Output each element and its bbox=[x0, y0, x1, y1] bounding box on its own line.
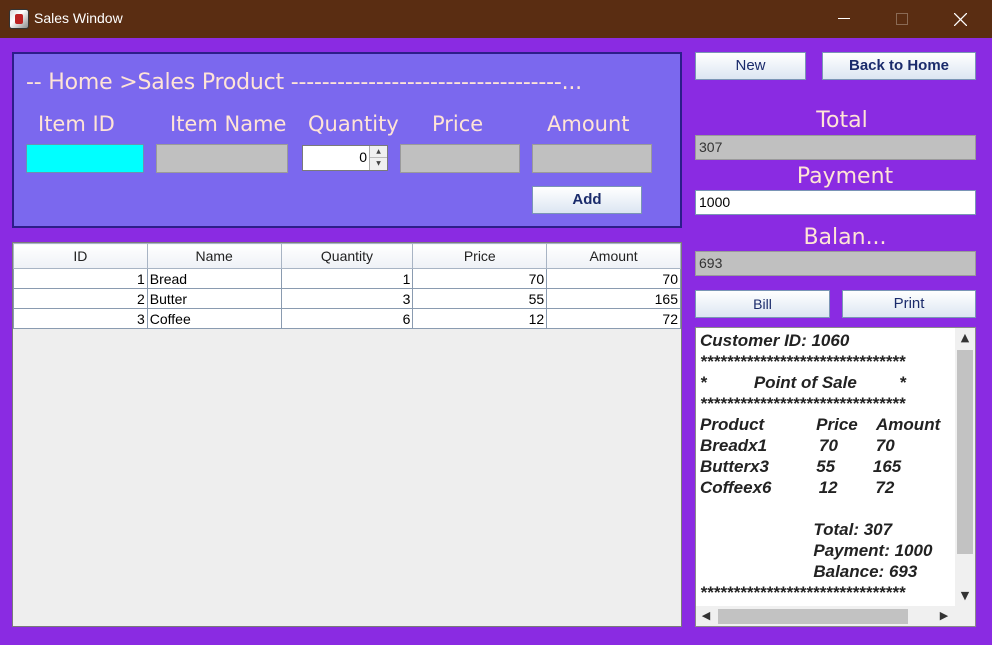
window-title: Sales Window bbox=[34, 10, 123, 26]
receipt-line: Total: 307 bbox=[700, 520, 893, 539]
quantity-label: Quantity bbox=[308, 112, 399, 136]
print-button[interactable]: Print bbox=[842, 290, 976, 318]
horizontal-scrollbar[interactable]: ◀ ▶ bbox=[696, 606, 975, 626]
horizontal-scroll-thumb[interactable] bbox=[718, 609, 908, 624]
vertical-scroll-thumb[interactable] bbox=[957, 350, 973, 554]
receipt-line: Butterx3 55 165 bbox=[700, 457, 902, 476]
add-button[interactable]: Add bbox=[532, 186, 642, 214]
close-button[interactable] bbox=[937, 0, 983, 38]
table-row[interactable]: 1 Bread 1 70 70 bbox=[13, 268, 681, 289]
spinner-up-icon[interactable]: ▲ bbox=[370, 146, 387, 158]
receipt-line: Coffeex6 12 72 bbox=[700, 478, 895, 497]
receipt-line: Customer ID: 1060 bbox=[700, 331, 850, 350]
receipt-line: Product Price Amount bbox=[700, 415, 941, 434]
receipt-line: Balance: 693 bbox=[700, 562, 918, 581]
vertical-scrollbar[interactable]: ▲ ▼ bbox=[955, 328, 975, 608]
title-bar: Sales Window bbox=[0, 0, 992, 38]
amount-label: Amount bbox=[547, 112, 630, 136]
item-id-input[interactable] bbox=[26, 144, 144, 173]
scroll-down-icon[interactable]: ▼ bbox=[955, 586, 975, 606]
receipt-text: Customer ID: 1060 ***********************… bbox=[700, 330, 940, 603]
amount-input[interactable] bbox=[532, 144, 652, 173]
cell-quantity[interactable]: 6 bbox=[280, 308, 414, 329]
receipt-line: Breadx1 70 70 bbox=[700, 436, 895, 455]
item-id-label: Item ID bbox=[38, 112, 115, 136]
new-button[interactable]: New bbox=[695, 52, 806, 80]
cell-amount[interactable]: 165 bbox=[546, 288, 681, 309]
item-name-label: Item Name bbox=[170, 112, 287, 136]
item-name-input[interactable] bbox=[156, 144, 288, 173]
scroll-up-icon[interactable]: ▲ bbox=[955, 328, 975, 348]
scroll-left-icon[interactable]: ◀ bbox=[696, 606, 716, 626]
cell-price[interactable]: 55 bbox=[412, 288, 548, 309]
cell-quantity[interactable]: 3 bbox=[280, 288, 414, 309]
table-row[interactable]: 3 Coffee 6 12 72 bbox=[13, 308, 681, 329]
cell-amount[interactable]: 70 bbox=[546, 268, 681, 289]
column-header-name[interactable]: Name bbox=[146, 243, 282, 269]
cell-price[interactable]: 70 bbox=[412, 268, 548, 289]
receipt-line: * Point of Sale * bbox=[700, 373, 906, 392]
spinner-down-icon[interactable]: ▼ bbox=[370, 158, 387, 170]
receipt-line: ******************************* bbox=[700, 394, 906, 413]
bill-button[interactable]: Bill bbox=[695, 290, 830, 318]
receipt-line: Payment: 1000 bbox=[700, 541, 933, 560]
sales-table-area: ID Name Quantity Price Amount 1 Bread 1 … bbox=[12, 242, 682, 627]
table-row[interactable]: 2 Butter 3 55 165 bbox=[13, 288, 681, 309]
cell-name[interactable]: Butter bbox=[146, 288, 282, 309]
payment-label: Payment bbox=[796, 164, 894, 189]
cell-id[interactable]: 2 bbox=[13, 288, 148, 309]
sales-table: ID Name Quantity Price Amount 1 Bread 1 … bbox=[13, 243, 681, 329]
back-to-home-button[interactable]: Back to Home bbox=[822, 52, 976, 80]
payment-field[interactable]: 1000 bbox=[695, 190, 976, 215]
cell-id[interactable]: 1 bbox=[13, 268, 148, 289]
receipt-textarea[interactable]: Customer ID: 1060 ***********************… bbox=[695, 327, 976, 627]
cell-name[interactable]: Bread bbox=[146, 268, 282, 289]
close-icon bbox=[954, 13, 967, 26]
spinner-buttons[interactable]: ▲ ▼ bbox=[369, 146, 387, 170]
table-header-row: ID Name Quantity Price Amount bbox=[13, 243, 681, 269]
column-header-quantity[interactable]: Quantity bbox=[280, 243, 414, 269]
cell-price[interactable]: 12 bbox=[412, 308, 548, 329]
scroll-right-icon[interactable]: ▶ bbox=[934, 606, 954, 626]
cell-id[interactable]: 3 bbox=[13, 308, 148, 329]
maximize-button[interactable] bbox=[879, 0, 925, 38]
column-header-id[interactable]: ID bbox=[13, 243, 148, 269]
total-field[interactable]: 307 bbox=[695, 135, 976, 160]
receipt-line: ******************************* bbox=[700, 352, 906, 371]
java-app-icon bbox=[9, 9, 29, 29]
receipt-line: ******************************* bbox=[700, 583, 906, 602]
price-label: Price bbox=[432, 112, 484, 136]
column-header-amount[interactable]: Amount bbox=[546, 243, 681, 269]
balance-field[interactable]: 693 bbox=[695, 251, 976, 276]
breadcrumb: -- Home >Sales Product -----------------… bbox=[26, 70, 582, 95]
minimize-button[interactable] bbox=[821, 0, 867, 38]
cell-quantity[interactable]: 1 bbox=[280, 268, 414, 289]
column-header-price[interactable]: Price bbox=[412, 243, 548, 269]
receipt-line bbox=[700, 498, 940, 519]
sales-form-panel: -- Home >Sales Product -----------------… bbox=[12, 52, 682, 228]
cell-amount[interactable]: 72 bbox=[546, 308, 681, 329]
quantity-spinner[interactable]: 0 ▲ ▼ bbox=[302, 145, 388, 171]
quantity-value: 0 bbox=[359, 149, 367, 165]
price-input[interactable] bbox=[400, 144, 520, 173]
cell-name[interactable]: Coffee bbox=[146, 308, 282, 329]
balance-label: Balan... bbox=[803, 225, 887, 250]
total-label: Total bbox=[816, 108, 868, 133]
